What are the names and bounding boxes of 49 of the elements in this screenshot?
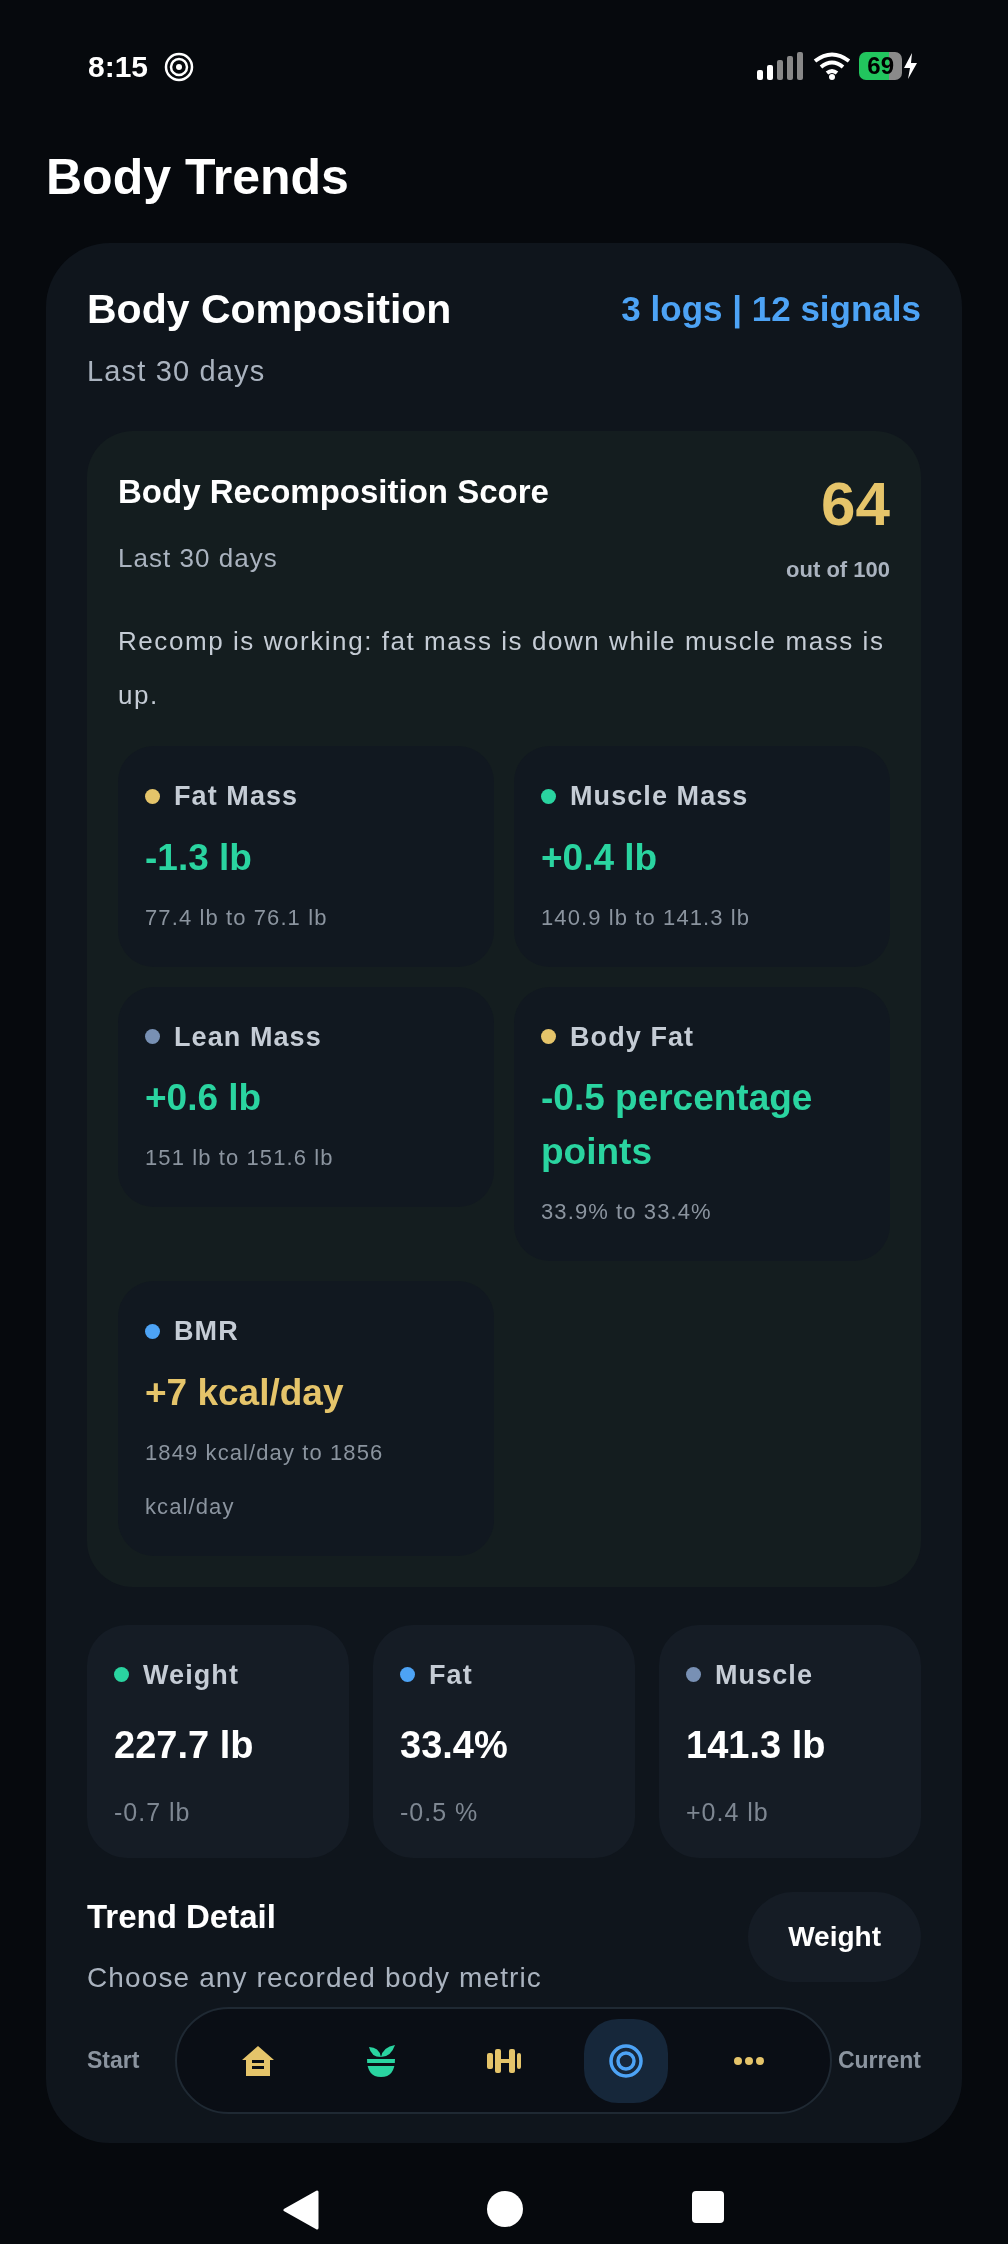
stat-change: -0.5 % [400, 1797, 480, 1828]
metric-label: Body Fat [570, 1020, 695, 1054]
stat-value: 141.3 lb [686, 1723, 827, 1768]
metric-range: 77.4 lb to 76.1 lb [145, 903, 329, 932]
home-button-icon[interactable] [486, 2190, 524, 2228]
tab-button[interactable] [584, 2018, 669, 2103]
target-icon [608, 2042, 645, 2079]
section-subtitle: Choose any recorded body metric [87, 1961, 542, 1995]
clock-time: 8:15 [88, 52, 149, 82]
metric-label: BMR [174, 1315, 239, 1348]
score-caption: out of 100 [786, 556, 890, 584]
score-description: Recomp is working: fat mass is down while muscle mass is up. [118, 625, 886, 712]
spiral-icon [164, 52, 195, 82]
log-summary: 3 logs | 12 signals [621, 288, 921, 331]
metric-range: 1849 kcal/day to 1856 kcal/day [145, 1438, 385, 1521]
metric-selector[interactable]: Weight [748, 1891, 921, 1982]
card-subtitle: Last 30 days [87, 353, 267, 389]
stat-change: +0.4 lb [686, 1797, 770, 1828]
metric-change: +0.6 lb [145, 1076, 263, 1120]
score-subtitle: Last 30 days [118, 541, 279, 575]
metric-label: Lean Mass [174, 1020, 322, 1054]
stat-label: Muscle [715, 1658, 813, 1692]
wifi-icon [813, 52, 852, 80]
stat-change: -0.7 lb [114, 1797, 192, 1828]
section-title: Trend Detail [87, 1896, 277, 1937]
stat-value: 33.4% [400, 1723, 509, 1768]
metric-range: 151 lb to 151.6 lb [145, 1144, 335, 1172]
column-header: Current [837, 2046, 921, 2075]
back-icon[interactable] [283, 2190, 320, 2230]
metric-change: +7 kcal/day [145, 1370, 345, 1415]
metric-change: +0.4 lb [541, 835, 659, 880]
metric-change: -1.3 lb [145, 835, 253, 880]
metric-change: -0.5 percentage points [541, 1076, 814, 1174]
signal-icon [757, 52, 806, 80]
battery-level: 69 [859, 52, 902, 80]
stat-label: Weight [143, 1658, 239, 1692]
page-title: Body Trends [46, 150, 350, 205]
score-value: 64 [820, 473, 890, 535]
more-icon [733, 2056, 764, 2065]
metric-range: 140.9 lb to 141.3 lb [541, 903, 752, 932]
column-header: Start [87, 2046, 140, 2075]
metric-range: 33.9% to 33.4% [541, 1198, 713, 1226]
score-title: Body Recomposition Score [118, 472, 549, 512]
metric-label: Fat Mass [174, 780, 299, 813]
stat-label: Fat [429, 1658, 473, 1692]
stat-value: 227.7 lb [114, 1723, 255, 1768]
metric-label: Muscle Mass [570, 780, 749, 813]
card-title: Body Composition [87, 284, 452, 334]
recents-icon[interactable] [690, 2190, 725, 2224]
